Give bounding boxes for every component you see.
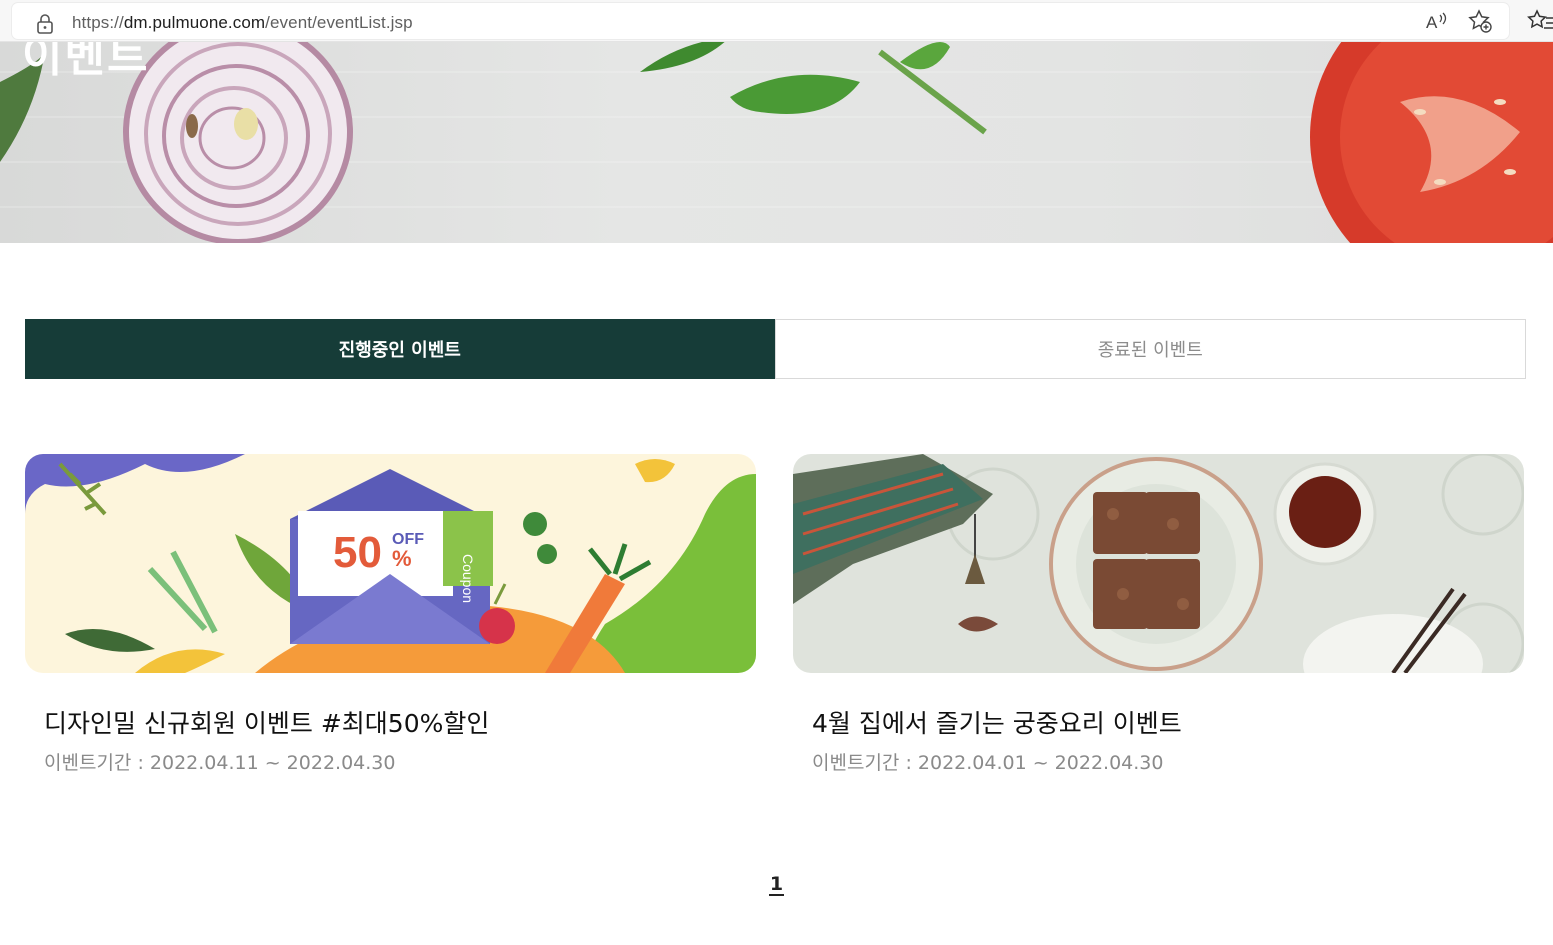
event-period-label: 이벤트기간 <box>44 752 132 774</box>
lock-icon[interactable] <box>36 14 54 34</box>
royal-cuisine-illustration <box>793 454 1524 673</box>
event-banner-image[interactable] <box>793 454 1524 673</box>
hero-banner: 이벤트 <box>0 42 1553 243</box>
event-tabs: 진행중인 이벤트 종료된 이벤트 <box>25 319 1526 379</box>
event-period-dates: 2022.04.11 ~ 2022.04.30 <box>149 752 396 774</box>
coupon-text: Coupon <box>460 554 476 603</box>
svg-text:A: A <box>1426 13 1438 32</box>
url-prefix: https:// <box>72 13 124 32</box>
discount-percent: % <box>392 546 412 571</box>
event-card[interactable]: 4월 집에서 즐기는 궁중요리 이벤트 이벤트기간 : 2022.04.01 ~… <box>793 454 1524 774</box>
address-bar[interactable]: https://dm.pulmuone.com/event/eventList.… <box>12 3 1509 39</box>
add-favorite-icon[interactable] <box>1467 8 1493 34</box>
url-host: dm.pulmuone.com <box>123 13 266 32</box>
event-title[interactable]: 디자인밀 신규회원 이벤트 #최대50%할인 <box>44 704 489 740</box>
event-period-dates: 2022.04.01 ~ 2022.04.30 <box>917 752 1164 774</box>
onion-image <box>123 42 353 243</box>
tomato-image <box>1310 42 1553 243</box>
tab-ended-events[interactable]: 종료된 이벤트 <box>774 319 1526 379</box>
tab-ongoing-events[interactable]: 진행중인 이벤트 <box>25 319 775 379</box>
event-period: 이벤트기간 : 2022.04.01 ~ 2022.04.30 <box>812 752 1164 774</box>
discount-value: 50 <box>333 528 382 577</box>
pagination: 1 <box>0 874 1553 896</box>
event-title[interactable]: 4월 집에서 즐기는 궁중요리 이벤트 <box>812 704 1182 740</box>
coupon-illustration: 50 OFF % Coupon <box>25 454 756 673</box>
event-card[interactable]: 50 OFF % Coupon 디자인밀 신규회원 이벤트 #최대50%할인 이… <box>25 454 756 774</box>
event-period: 이벤트기간 : 2022.04.11 ~ 2022.04.30 <box>44 752 396 774</box>
basil-image <box>640 42 987 135</box>
read-aloud-icon[interactable]: A <box>1423 8 1449 34</box>
page-number-current[interactable]: 1 <box>768 874 785 896</box>
hero-title: 이벤트 <box>22 42 150 82</box>
url-text[interactable]: https://dm.pulmuone.com/event/eventList.… <box>72 13 413 33</box>
event-banner-image[interactable]: 50 OFF % Coupon <box>25 454 756 673</box>
event-period-label: 이벤트기간 <box>812 752 900 774</box>
hero-illustration <box>0 42 1553 243</box>
favorites-icon[interactable] <box>1527 8 1553 34</box>
browser-toolbar: https://dm.pulmuone.com/event/eventList.… <box>0 0 1553 42</box>
url-path: /event/eventList.jsp <box>265 13 413 32</box>
